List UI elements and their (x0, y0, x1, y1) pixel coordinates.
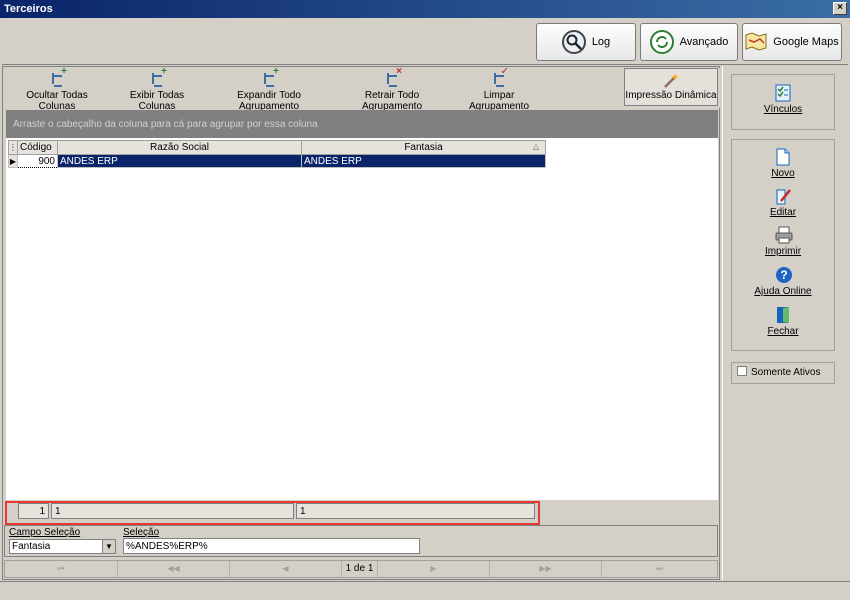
google-maps-label: Google Maps (773, 36, 839, 48)
campo-selecao-value: Fantasia (12, 541, 51, 552)
ajuda-online-button[interactable]: ? Ajuda Online (731, 266, 835, 297)
cell-fantasia[interactable]: ANDES ERP (301, 154, 546, 168)
novo-button[interactable]: Novo (731, 148, 835, 179)
imprimir-label: Imprimir (764, 246, 802, 257)
somente-ativos-label: Somente Ativos (751, 367, 821, 378)
impressao-dinamica-button[interactable]: Impressão Dinâmica (624, 68, 718, 106)
previous-group-icon[interactable]: ◀◀ (118, 561, 230, 577)
row-indicator-icon: ▶ (8, 154, 18, 168)
retrair-agrupamento-button[interactable]: × Retrair Todo Agrupamento (336, 67, 448, 113)
exibir-colunas-button[interactable]: + Exibir Todas Colunas (112, 67, 202, 113)
google-maps-button[interactable]: Google Maps (742, 23, 842, 61)
last-page-icon[interactable]: ⏭ (602, 561, 717, 577)
new-document-icon (775, 148, 791, 166)
ocultar-colunas-button[interactable]: + Ocultar Todas Colunas (10, 67, 104, 113)
fechar-button[interactable]: Fechar (731, 306, 835, 337)
exibir-colunas-label: Exibir Todas Colunas (129, 90, 185, 112)
next-group-icon[interactable]: ▶▶ (490, 561, 602, 577)
help-icon: ? (775, 266, 792, 284)
somente-ativos-checkbox[interactable]: Somente Ativos (731, 362, 835, 384)
vinculos-label: Vínculos (763, 104, 803, 115)
svg-text:?: ? (780, 268, 787, 282)
novo-label: Novo (771, 168, 795, 179)
tree-expand-icon: + (261, 67, 279, 87)
status-bar (0, 581, 850, 600)
editar-label: Editar (769, 207, 797, 218)
window-title: Terceiros (4, 3, 53, 15)
footer-count-razao: 1 (51, 503, 294, 519)
table-row[interactable]: ▶ 900 ANDES ERP ANDES ERP (8, 154, 546, 168)
page-indicator: 1 de 1 (342, 561, 378, 577)
chevron-down-icon[interactable]: ▼ (102, 540, 115, 553)
avancado-button[interactable]: Avançado (640, 23, 738, 61)
grid-header-row: ⋮ Código Razão Social Fantasia △ (8, 140, 546, 155)
retrair-agrupamento-label: Retrair Todo Agrupamento (361, 90, 423, 112)
tree-add-icon: + (49, 67, 67, 87)
cell-razao-social[interactable]: ANDES ERP (57, 154, 302, 168)
printer-icon (775, 226, 793, 244)
previous-page-icon[interactable]: ◀ (230, 561, 342, 577)
avancado-button-label: Avançado (679, 36, 729, 48)
footer-count-codigo: 1 (18, 503, 49, 519)
column-chooser-icon[interactable]: ⋮ (8, 140, 18, 155)
fantasia-header-label: Fantasia (404, 142, 443, 153)
map-icon (745, 31, 767, 54)
magic-wand-icon (625, 72, 717, 90)
tree-clear-icon: ✓ (491, 67, 509, 87)
column-header-fantasia[interactable]: Fantasia △ (301, 140, 546, 155)
impressao-dinamica-label: Impressão Dinâmica (625, 90, 717, 101)
grid-area (6, 138, 718, 500)
data-grid: ⋮ Código Razão Social Fantasia △ ▶ 900 AN… (8, 140, 546, 168)
selecao-label: Seleção (123, 527, 160, 538)
expandir-agrupamento-label: Expandir Todo Agrupamento (237, 90, 301, 112)
group-hint-text: Arraste o cabeçalho da coluna para cá pa… (13, 119, 318, 130)
close-icon: × (837, 2, 843, 13)
ajuda-online-label: Ajuda Online (754, 286, 812, 297)
expandir-agrupamento-button[interactable]: + Expandir Todo Agrupamento (210, 67, 328, 113)
checkbox-box[interactable] (737, 366, 747, 376)
imprimir-button[interactable]: Imprimir (731, 226, 835, 257)
refresh-icon (649, 30, 674, 54)
group-drop-zone[interactable]: Arraste o cabeçalho da coluna para cá pa… (6, 110, 718, 138)
selecao-input[interactable] (123, 538, 420, 554)
magnifier-icon (561, 30, 586, 54)
exit-door-icon (775, 306, 791, 324)
campo-selecao-select[interactable]: Fantasia ▼ (9, 539, 116, 554)
vinculos-button[interactable]: Vínculos (731, 84, 835, 115)
log-button[interactable]: Log (536, 23, 636, 61)
next-page-icon[interactable]: ▶ (378, 561, 490, 577)
limpar-agrupamento-button[interactable]: ✓ Limpar Agrupamento (455, 67, 543, 113)
column-header-codigo[interactable]: Código (17, 140, 58, 155)
log-button-label: Log (591, 36, 611, 48)
window-title-bar: Terceiros (0, 0, 850, 18)
editar-button[interactable]: Editar (731, 187, 835, 218)
first-page-icon[interactable]: ⏮ (5, 561, 118, 577)
ocultar-colunas-label: Ocultar Todas Colunas (26, 90, 88, 112)
cell-codigo[interactable]: 900 (17, 154, 58, 168)
edit-pencil-icon (775, 187, 791, 205)
checklist-icon (775, 84, 791, 102)
fechar-label: Fechar (767, 326, 799, 337)
footer-count-fantasia: 1 (296, 503, 535, 519)
close-button[interactable]: × (833, 2, 847, 15)
limpar-agrupamento-label: Limpar Agrupamento (468, 90, 530, 112)
tree-add-icon: + (149, 67, 167, 87)
sort-ascending-icon: △ (532, 142, 539, 151)
campo-selecao-label: Campo Seleção (9, 527, 81, 538)
tree-collapse-icon: × (384, 67, 402, 87)
column-header-razao-social[interactable]: Razão Social (57, 140, 302, 155)
